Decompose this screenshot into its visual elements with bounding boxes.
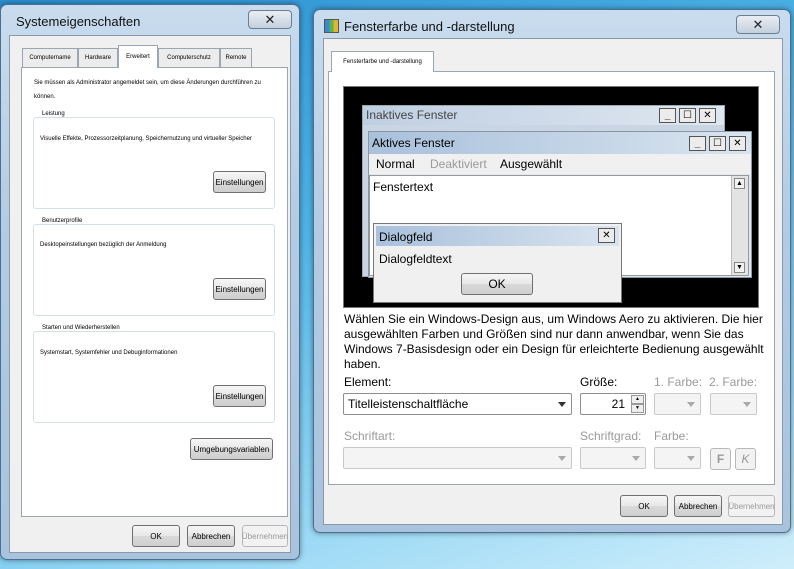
close-button[interactable]: ✕ (248, 10, 292, 29)
bold-button[interactable]: F (710, 448, 731, 470)
font-color-picker[interactable] (654, 447, 701, 469)
startup-settings-button[interactable]: Einstellungen (213, 385, 266, 407)
group-description: Desktopeinstellungen bezüglich der Anmel… (40, 242, 167, 248)
tab-window-color[interactable]: Fensterfarbe und -darstellung (331, 51, 434, 72)
preview-scrollbar: ▲ ▼ (731, 176, 748, 275)
tab-computername[interactable]: Computername (22, 48, 78, 67)
active-titlebar: Aktives Fenster _ ☐ ✕ (369, 132, 751, 154)
window-text: Fenstertext (373, 180, 434, 194)
group-user-profiles: Benutzerprofile Desktopeinstellungen bez… (33, 218, 275, 316)
admin-note: Sie müssen als Administrator angemeldet … (34, 80, 261, 100)
chevron-down-icon (558, 456, 566, 461)
size-value: 21 (611, 397, 625, 411)
inactive-titlebar: Inaktives Fenster _ ☐ ✕ (363, 106, 724, 125)
dialog-text: Dialogfeldtext (379, 252, 452, 266)
group-label: Leistung (40, 111, 67, 117)
group-description: Visuelle Effekte, Prozessorzeitplanung, … (40, 136, 252, 142)
element-select[interactable]: Titelleistenschaltfläche (343, 393, 572, 415)
element-value: Titelleistenschaltfläche (348, 397, 469, 411)
window-title: Fensterfarbe und -darstellung (344, 19, 515, 34)
close-icon: ✕ (699, 108, 716, 123)
tab-panel: Inaktives Fenster _ ☐ ✕ Aktives Fenster … (328, 71, 775, 485)
tab-remote[interactable]: Remote (220, 48, 252, 67)
fontsize-select[interactable] (580, 447, 646, 469)
apply-button[interactable]: Übernehmen (728, 495, 775, 517)
minimize-icon: _ (689, 136, 706, 151)
scroll-up-icon: ▲ (734, 178, 745, 189)
dialog-title: Dialogfeld (379, 230, 433, 244)
maximize-icon: ☐ (679, 108, 696, 123)
color2-picker[interactable] (710, 393, 757, 415)
ok-button[interactable]: OK (620, 495, 668, 517)
italic-button[interactable]: K (735, 448, 756, 470)
chevron-down-icon (743, 402, 751, 407)
close-button[interactable]: ✕ (736, 15, 780, 34)
tab-hardware[interactable]: Hardware (78, 48, 118, 67)
menu-selected: Ausgewählt (500, 157, 563, 171)
tab-panel: Sie müssen als Administrator angemeldet … (21, 67, 288, 517)
profiles-settings-button[interactable]: Einstellungen (213, 278, 266, 300)
size-input[interactable]: 21 ▲ ▼ (580, 393, 646, 415)
dialog-ok-button: OK (461, 273, 533, 295)
group-description: Systemstart, Systemfehler und Debuginfor… (40, 350, 178, 356)
menu-disabled: Deaktiviert (430, 157, 487, 171)
appearance-preview: Inaktives Fenster _ ☐ ✕ Aktives Fenster … (343, 86, 759, 308)
size-spinner[interactable]: ▲ ▼ (631, 395, 644, 413)
environment-variables-button[interactable]: Umgebungsvariablen (190, 438, 273, 460)
system-properties-window: Systemeigenschaften ✕ Computername Hardw… (0, 4, 300, 560)
title-bar[interactable]: Fensterfarbe und -darstellung ✕ (314, 10, 790, 40)
close-icon: ✕ (598, 228, 615, 243)
group-label: Benutzerprofile (40, 218, 85, 224)
apply-button[interactable]: Übernehmen (242, 525, 288, 547)
app-icon (324, 19, 339, 33)
fontsize-label: Schriftgrad: (580, 429, 642, 443)
performance-settings-button[interactable]: Einstellungen (213, 171, 266, 193)
title-bar[interactable]: Systemeigenschaften ✕ (1, 5, 299, 35)
maximize-icon: ☐ (709, 136, 726, 151)
window-title: Systemeigenschaften (16, 14, 141, 29)
dialog-titlebar: Dialogfeld ✕ (376, 226, 619, 246)
preview-dialog: Dialogfeld ✕ Dialogfeldtext OK (373, 223, 622, 303)
cancel-button[interactable]: Abbrechen (187, 525, 235, 547)
chevron-down-icon (632, 456, 640, 461)
font-color-label: Farbe: (654, 429, 689, 443)
color1-label: 1. Farbe: (654, 375, 703, 389)
close-icon: ✕ (729, 136, 746, 151)
tab-erweitert[interactable]: Erweitert (118, 45, 158, 68)
spin-up-icon[interactable]: ▲ (631, 395, 644, 404)
window-color-dialog: Fensterfarbe und -darstellung ✕ Fensterf… (313, 9, 791, 533)
group-startup-recovery: Starten und Wiederherstellen Systemstart… (33, 325, 275, 423)
description-text: Wählen Sie ein Windows-Design aus, um Wi… (344, 312, 764, 371)
active-title: Aktives Fenster (372, 136, 455, 150)
font-label: Schriftart: (344, 429, 396, 443)
color2-label: 2. Farbe: (709, 375, 758, 389)
spin-down-icon[interactable]: ▼ (631, 404, 644, 413)
group-label: Starten und Wiederherstellen (40, 325, 122, 331)
tab-computerschutz[interactable]: Computerschutz (158, 48, 220, 67)
minimize-icon: _ (659, 108, 676, 123)
cancel-button[interactable]: Abbrechen (674, 495, 722, 517)
element-label: Element: (344, 375, 392, 389)
chevron-down-icon (687, 402, 695, 407)
scroll-down-icon: ▼ (734, 262, 745, 273)
font-select[interactable] (343, 447, 572, 469)
chevron-down-icon (687, 456, 695, 461)
preview-menubar: Normal Deaktiviert Ausgewählt (369, 154, 751, 174)
group-performance: Leistung Visuelle Effekte, Prozessorzeit… (33, 111, 275, 209)
color1-picker[interactable] (654, 393, 701, 415)
chevron-down-icon (558, 402, 566, 407)
tab-strip: Computername Hardware Erweitert Computer… (18, 45, 278, 68)
dialog-body: Fensterfarbe und -darstellung Inaktives … (323, 38, 783, 525)
ok-button[interactable]: OK (132, 525, 180, 547)
size-label: Größe: (580, 375, 618, 389)
dialog-body: Computername Hardware Erweitert Computer… (9, 35, 291, 553)
menu-normal: Normal (376, 157, 415, 171)
inactive-title: Inaktives Fenster (366, 108, 458, 122)
